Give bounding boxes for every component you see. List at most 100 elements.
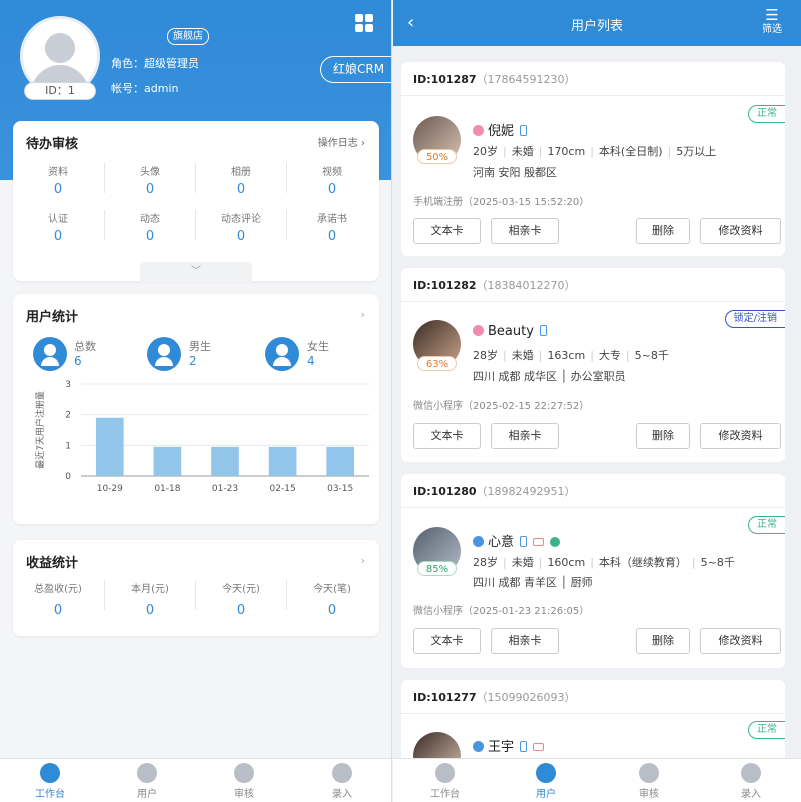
text-card-button[interactable]: 文本卡: [413, 218, 481, 244]
registration-bar-chart: 最近7天用户注册量 0 1 2 3 10-29 01-18 01-23 02-15 03-15: [34, 380, 369, 494]
user-card: ID:101280（18982492951） 正常 85% 心意 28岁 | 未婚 |…: [401, 474, 785, 668]
male-icon: [473, 536, 484, 547]
edit-profile-button[interactable]: 修改资料: [700, 628, 781, 654]
x-tick-label: 01-18: [154, 484, 180, 494]
add-user-icon: [332, 763, 352, 783]
status-badge: 正常: [748, 721, 785, 739]
add-user-icon: [741, 763, 761, 783]
pending-review-card: 待办审核 操作日志 › 资料 0 头像 0 相册 0 视频 0 认证 0 动态 0 动态评论…: [13, 121, 379, 282]
bar-10-29: [95, 417, 124, 476]
pending-moments[interactable]: 动态 0: [105, 210, 195, 244]
male-users-value: 2: [189, 354, 197, 368]
pending-profile[interactable]: 资料 0: [13, 163, 103, 197]
x-tick-label: 10-29: [97, 484, 123, 494]
y-tick-label: 3: [65, 380, 71, 390]
filter-button[interactable]: ☰ 筛选: [759, 6, 785, 36]
income-total: 总盈收(元) 0: [34, 584, 82, 618]
tab-users[interactable]: 用户: [516, 763, 576, 800]
tab-review[interactable]: 审核: [619, 763, 679, 800]
home-icon: [435, 763, 455, 783]
phone-verified-icon: [539, 325, 547, 336]
income-stats-chevron-icon[interactable]: ›: [361, 554, 365, 567]
user-register-info: 手机端注册（2025-03-15 15:52:20）: [413, 197, 590, 208]
apps-grid-icon[interactable]: [355, 14, 373, 32]
y-tick-label: 1: [65, 441, 71, 451]
user-card-header: ID:101277（15099026093）: [401, 680, 785, 714]
hourglass-icon: [234, 763, 254, 783]
bar-02-15: [268, 446, 297, 476]
crm-button[interactable]: 红娘CRM: [320, 56, 391, 83]
text-card-button[interactable]: 文本卡: [413, 628, 481, 654]
user-stats-chevron-icon[interactable]: ›: [361, 308, 365, 321]
id-card-icon: [533, 538, 545, 546]
text-card-button[interactable]: 文本卡: [413, 423, 481, 449]
filter-search-icon: ☰: [765, 6, 779, 24]
user-info-location: 四川 成都 青羊区 │ 厨师: [473, 576, 593, 589]
home-icon: [40, 763, 60, 783]
user-card-header: ID:101282（18384012270）: [401, 268, 785, 302]
delete-button[interactable]: 删除: [636, 423, 690, 449]
user-name-row: 王宇: [473, 736, 545, 755]
dashboard-panel: ID：1 旗舰店 角色：超级管理员 帐号：admin 红娘CRM 待办审核 操作…: [0, 0, 392, 802]
photo-card-button[interactable]: 相亲卡: [491, 423, 559, 449]
user-name-row: Beauty: [473, 324, 547, 339]
delete-button[interactable]: 删除: [636, 628, 690, 654]
pending-review-title: 待办审核: [26, 137, 79, 152]
tab-entry[interactable]: 录入: [721, 763, 781, 800]
income-today-amount: 今天(元) 0: [222, 584, 260, 618]
right-tabbar: 工作台 用户 审核 录入: [393, 758, 801, 802]
bar-01-23: [211, 446, 239, 476]
income-stats-card: 收益统计 › 总盈收(元) 0 本月(元) 0 今天(元) 0 今天(笔) 0: [13, 540, 379, 636]
pending-pledge[interactable]: 承诺书 0: [287, 210, 377, 244]
pending-moment-comments[interactable]: 动态评论 0: [196, 210, 286, 244]
total-users-label: 总数: [74, 340, 96, 353]
profile-completion: 63%: [417, 356, 457, 371]
tab-review[interactable]: 审核: [214, 763, 274, 800]
pending-album[interactable]: 相册 0: [196, 163, 286, 197]
income-month: 本月(元) 0: [131, 584, 169, 618]
user-register-info: 微信小程序（2025-02-15 22:27:52）: [413, 401, 590, 412]
income-today-count: 今天(笔) 0: [313, 584, 351, 618]
photo-card-button[interactable]: 相亲卡: [491, 218, 559, 244]
user-info-location: 四川 成都 成华区 │ 办公室职员: [473, 370, 626, 383]
edit-profile-button[interactable]: 修改资料: [700, 218, 781, 244]
user-register-info: 微信小程序（2025-01-23 21:26:05）: [413, 606, 590, 617]
female-icon: [473, 125, 484, 136]
user-list-title: 用户列表: [570, 19, 623, 34]
total-users-icon: [33, 337, 67, 371]
user-icon: [137, 763, 157, 783]
user-card: ID:101287（17864591230） 正常 50% 倪妮 20岁 | 未婚 |…: [401, 62, 785, 256]
status-badge: 正常: [748, 105, 785, 123]
user-info-basic: 20岁 | 未婚 | 170cm | 本科(全日制) | 5万以上: [473, 145, 717, 158]
bar-01-18: [153, 446, 182, 476]
user-name-row: 心意: [473, 531, 561, 550]
profile-completion: 50%: [417, 149, 457, 164]
tab-workbench[interactable]: 工作台: [20, 763, 80, 800]
y-tick-label: 2: [65, 411, 71, 421]
user-card: ID:101282（18384012270） 锁定/注销 63% Beauty …: [401, 268, 785, 462]
tab-workbench[interactable]: 工作台: [415, 763, 475, 800]
admin-role: 角色：超级管理员: [111, 57, 199, 70]
user-info-location: 河南 安阳 殷都区: [473, 166, 557, 179]
operation-log-link[interactable]: 操作日志 ›: [318, 134, 365, 149]
left-tabbar: 工作台 用户 审核 录入: [0, 758, 391, 802]
user-card-header: ID:101280（18982492951）: [401, 474, 785, 508]
tab-users[interactable]: 用户: [117, 763, 177, 800]
tab-entry[interactable]: 录入: [312, 763, 372, 800]
income-stats-title: 收益统计: [26, 556, 79, 571]
edit-profile-button[interactable]: 修改资料: [700, 423, 781, 449]
user-card-header: ID:101287（17864591230）: [401, 62, 785, 96]
user-list-topbar: ‹ 用户列表 ☰ 筛选: [393, 0, 801, 46]
user-stats-card: 用户统计 › 总数 6 男生 2 女生 4 最近7天用户注册量 0 1 2 3 10-29…: [13, 294, 379, 524]
phone-verified-icon: [520, 536, 528, 547]
pending-avatar[interactable]: 头像 0: [105, 163, 195, 197]
profile-completion: 85%: [417, 561, 457, 576]
pending-verify[interactable]: 认证 0: [13, 210, 103, 244]
delete-button[interactable]: 删除: [636, 218, 690, 244]
y-tick-label: 0: [65, 472, 71, 482]
pending-video[interactable]: 视频 0: [287, 163, 377, 197]
expand-chevron-icon[interactable]: ﹀: [140, 262, 252, 282]
photo-card-button[interactable]: 相亲卡: [491, 628, 559, 654]
matchmaker-icon: [550, 537, 561, 547]
user-icon: [536, 763, 556, 783]
